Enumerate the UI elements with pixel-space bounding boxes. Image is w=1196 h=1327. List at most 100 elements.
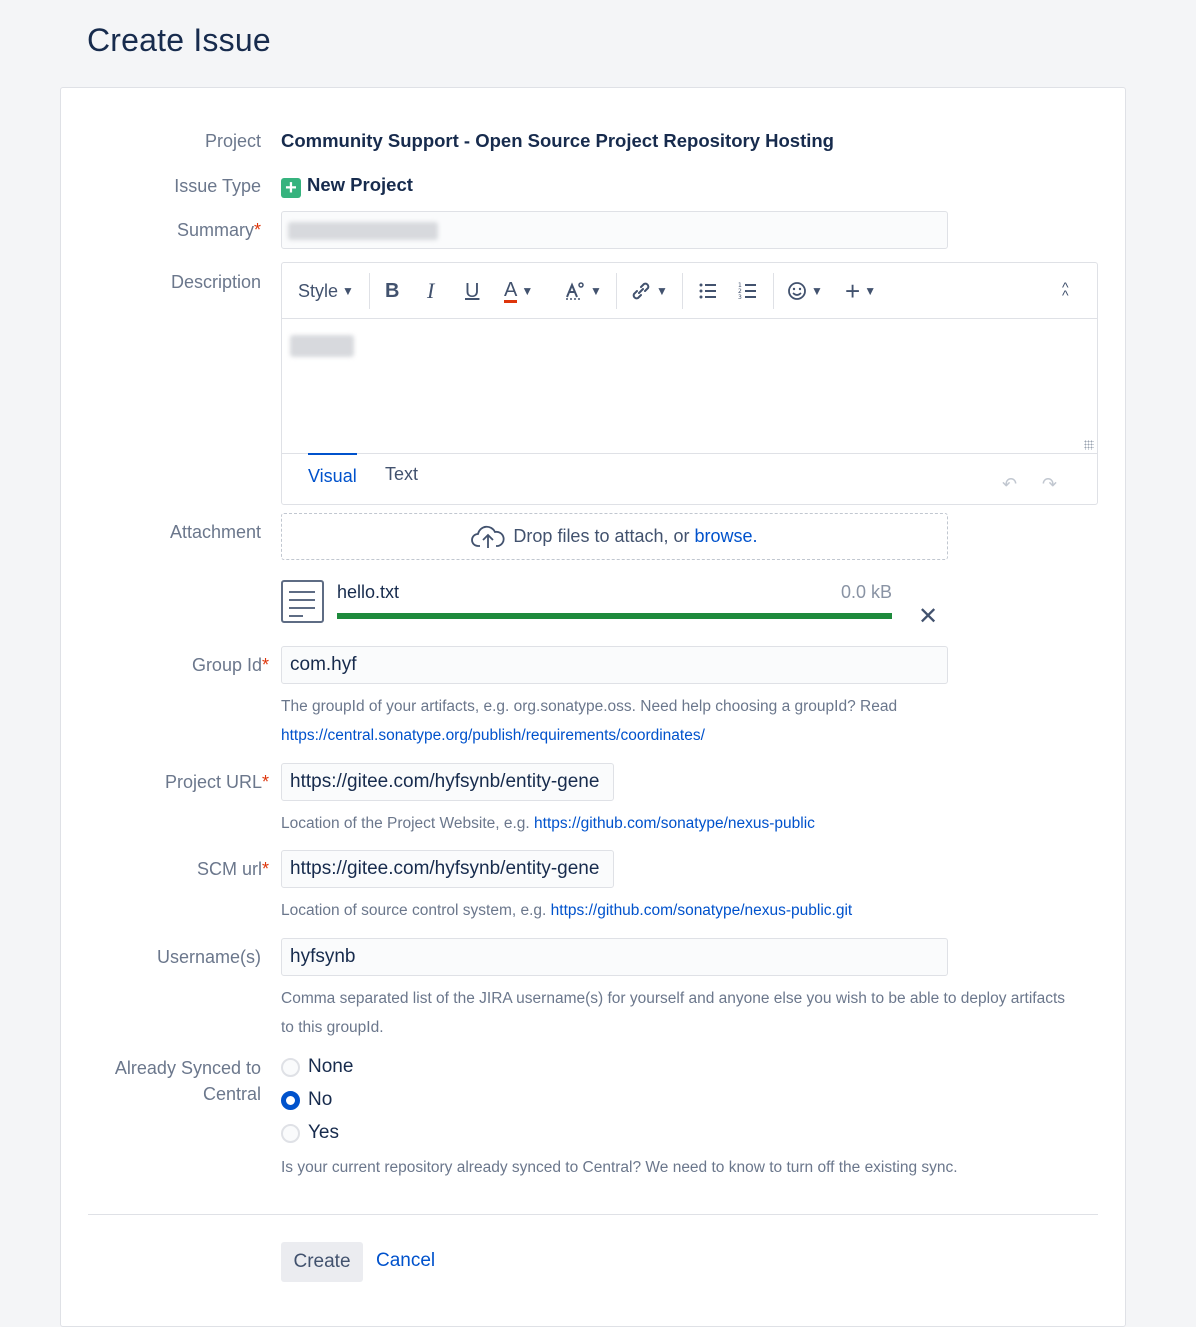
summary-label: Summary* [61, 217, 261, 243]
summary-input[interactable] [281, 211, 948, 249]
undo-icon[interactable]: ↶ [1002, 474, 1017, 495]
attachment-file-size: 0.0 kB [840, 582, 892, 602]
redacted-summary [288, 222, 438, 240]
attachment-dropzone[interactable]: Drop files to attach, or browse. [281, 513, 948, 560]
numbered-list-button[interactable]: 123 [738, 277, 758, 305]
bold-button[interactable]: B [385, 277, 399, 305]
required-mark: * [261, 655, 269, 675]
radio-none-label: None [308, 1056, 354, 1077]
required-mark: * [253, 220, 261, 240]
upload-progress-fill [337, 613, 892, 619]
synced-help: Is your current repository already synce… [281, 1159, 958, 1176]
chevron-down-icon: ▼ [590, 284, 602, 298]
required-mark: * [261, 772, 269, 792]
form-divider [88, 1214, 1098, 1215]
radio-circle[interactable] [281, 1057, 300, 1077]
project-url-input[interactable]: https://gitee.com/hyfsynb/entity-gene [281, 763, 614, 801]
plus-icon: + [845, 275, 861, 306]
project-url-help: Location of the Project Website, e.g. ht… [281, 809, 815, 838]
upload-progress-bar [337, 613, 892, 619]
chevron-down-icon: ▼ [521, 284, 534, 298]
issue-type-value[interactable]: + New Project [281, 174, 413, 198]
radio-circle-selected[interactable] [281, 1090, 300, 1110]
required-mark: * [261, 859, 269, 879]
cloud-upload-icon [471, 525, 505, 548]
chevron-down-icon: ▼ [656, 284, 668, 298]
emoji-icon [788, 282, 806, 300]
editor-toolbar: Style ▼ B I U A ▼ ▼ ▼ 123 ▼ + ▼ ^ ^ [282, 263, 1097, 319]
close-icon[interactable]: ✕ [918, 602, 938, 632]
description-label: Description [170, 272, 261, 292]
link-button[interactable]: ▼ [630, 277, 668, 305]
usernames-input[interactable]: hyfsynb [281, 938, 948, 976]
radio-circle[interactable] [281, 1123, 300, 1143]
tab-text[interactable]: Text [385, 460, 418, 488]
radio-no-label: No [308, 1089, 333, 1110]
usernames-help-line1: Comma separated list of the JIRA usernam… [281, 990, 1066, 1007]
document-line [289, 599, 315, 601]
scm-url-label-text: SCM url [196, 859, 262, 879]
drop-text: Drop files to attach, or [513, 526, 690, 546]
group-id-help-link[interactable]: https://central.sonatype.org/publish/req… [281, 727, 705, 744]
toolbar-divider [773, 273, 774, 309]
text-color-button[interactable]: A ▼ [504, 277, 533, 305]
browse-link[interactable]: browse. [695, 526, 758, 547]
issue-type-name: New Project [307, 174, 413, 195]
tab-visual[interactable]: Visual [308, 453, 357, 490]
cancel-button[interactable]: Cancel [376, 1250, 435, 1272]
group-id-input[interactable]: com.hyf [281, 646, 948, 684]
text-color-icon: A [504, 278, 518, 303]
link-icon [632, 282, 650, 300]
radio-no[interactable]: No [281, 1089, 332, 1111]
style-label: Style [298, 280, 339, 301]
summary-label-text: Summary [176, 220, 254, 240]
description-editor: Style ▼ B I U A ▼ ▼ ▼ 123 ▼ + ▼ ^ ^ Visual T… [281, 262, 1098, 505]
double-chevron-up-icon: ^ ^ [1062, 279, 1069, 303]
project-url-help-link[interactable]: https://github.com/sonatype/nexus-public [534, 815, 815, 832]
project-url-label-text: Project URL [164, 772, 262, 792]
usernames-label: Username(s) [156, 947, 261, 967]
radio-yes[interactable]: Yes [281, 1122, 339, 1144]
editor-mode-tabs: Visual Text ↶ ↷ [282, 453, 1097, 505]
synced-label-line1: Already Synced to [114, 1058, 261, 1078]
group-id-label-text: Group Id [191, 655, 262, 675]
issue-type-label: Issue Type [174, 176, 261, 196]
group-id-help: The groupId of your artifacts, e.g. org.… [281, 698, 898, 715]
attachment-file-name: hello.txt [337, 582, 400, 602]
project-url-help-text: Location of the Project Website, e.g. [281, 815, 530, 832]
emoji-button[interactable]: ▼ [787, 277, 823, 305]
scm-url-help-text: Location of source control system, e.g. [281, 902, 547, 919]
description-textarea[interactable] [282, 319, 1097, 453]
toolbar-divider [616, 273, 617, 309]
plus-icon: + [281, 178, 301, 198]
chevron-down-icon: ▼ [811, 284, 823, 298]
collapse-toolbar-button[interactable]: ^ ^ [1062, 277, 1069, 305]
document-line [289, 615, 303, 617]
svg-text:3: 3 [738, 294, 742, 301]
resize-handle[interactable] [1084, 440, 1094, 450]
underline-button[interactable]: U [465, 277, 479, 305]
redacted-description [290, 335, 354, 357]
bullet-list-icon [699, 283, 716, 299]
page-title: Create Issue [87, 22, 271, 58]
usernames-help-line2: to this groupId. [281, 1019, 384, 1036]
group-id-label: Group Id* [69, 652, 269, 678]
insert-more-button[interactable]: + ▼ [845, 275, 877, 306]
document-line [289, 591, 315, 593]
chevron-down-icon: ▼ [864, 284, 877, 298]
create-button[interactable]: Create [281, 1242, 363, 1282]
scm-url-help-link[interactable]: https://github.com/sonatype/nexus-public… [551, 902, 853, 919]
radio-none[interactable]: None [281, 1056, 353, 1078]
scm-url-help: Location of source control system, e.g. … [281, 896, 852, 925]
toolbar-divider [682, 273, 683, 309]
bullet-list-button[interactable] [698, 277, 718, 305]
text-style-button[interactable]: ▼ [564, 277, 602, 305]
radio-yes-label: Yes [308, 1122, 339, 1143]
project-label: Project [204, 131, 261, 151]
attachment-label: Attachment [169, 522, 261, 542]
italic-button[interactable]: I [427, 277, 434, 305]
scm-url-input[interactable]: https://gitee.com/hyfsynb/entity-gene [281, 850, 614, 888]
scm-url-label: SCM url* [69, 856, 269, 882]
redo-icon[interactable]: ↷ [1042, 474, 1057, 495]
style-dropdown[interactable]: Style ▼ [298, 277, 354, 305]
